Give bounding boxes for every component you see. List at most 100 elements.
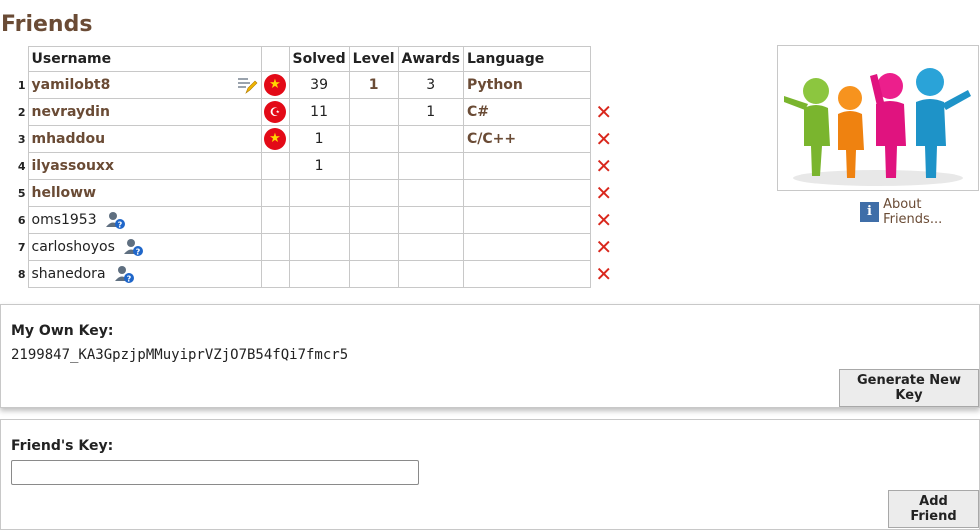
- delete-header: [590, 47, 616, 72]
- language-header[interactable]: Language: [462, 46, 591, 72]
- username-cell: helloww: [27, 179, 262, 207]
- table-row: 2 nevraydin ☪ 11 1 C# ✕: [12, 98, 616, 126]
- friends-illustration: [777, 45, 979, 191]
- language-cell: [462, 206, 591, 234]
- level-cell: [348, 206, 399, 234]
- generate-key-button[interactable]: Generate New Key: [839, 369, 979, 407]
- index-header: [12, 47, 28, 72]
- table-row: 5 helloww ✕: [12, 179, 616, 207]
- about-friends-link[interactable]: i About Friends...: [860, 197, 980, 227]
- table-row: 4 ilyassouxx 1 ✕: [12, 152, 616, 180]
- delete-x-icon[interactable]: ✕: [595, 235, 612, 259]
- table-row: 1 yamilobt8 ★ 39 1 3 Python: [12, 71, 616, 99]
- awards-cell: [397, 179, 464, 207]
- solved-cell: 1: [288, 152, 350, 180]
- username-header[interactable]: Username: [27, 46, 262, 72]
- flag-cell: ☪: [260, 98, 290, 126]
- awards-cell: [397, 125, 464, 153]
- friend-key-label: Friend's Key:: [11, 438, 114, 454]
- table-row: 3 mhaddou ★ 1 C/C++ ✕: [12, 125, 616, 153]
- table-row: 6 oms1953 ? ✕: [12, 206, 616, 234]
- info-icon: i: [860, 202, 880, 222]
- username-text: oms1953: [31, 212, 97, 228]
- level-cell: [348, 98, 399, 126]
- language-cell: C#: [462, 98, 591, 126]
- pending-user-icon: ?: [114, 264, 136, 284]
- username-cell: yamilobt8: [27, 71, 262, 99]
- about-friends-label[interactable]: About Friends...: [883, 197, 980, 227]
- delete-x-icon[interactable]: ✕: [595, 154, 612, 178]
- language-cell: Python: [462, 71, 591, 99]
- username-link[interactable]: mhaddou: [32, 131, 106, 147]
- delete-cell: ✕: [590, 126, 616, 153]
- my-key-panel: My Own Key: 2199847_KA3GpzjpMMuyiprVZjO7…: [0, 304, 980, 408]
- row-index: 8: [17, 267, 26, 281]
- level-header[interactable]: Level: [348, 46, 399, 72]
- delete-cell: ✕: [590, 99, 616, 126]
- svg-text:?: ?: [117, 221, 122, 230]
- delete-cell: ✕: [590, 261, 616, 288]
- solved-cell: [288, 179, 350, 207]
- awards-cell: [397, 260, 464, 288]
- solved-header[interactable]: Solved: [288, 46, 350, 72]
- flag-header: [260, 46, 290, 72]
- delete-x-icon[interactable]: ✕: [595, 100, 612, 124]
- awards-header[interactable]: Awards: [397, 46, 464, 72]
- row-index: 1: [17, 78, 26, 92]
- language-cell: [462, 260, 591, 288]
- pink-figure: [870, 73, 906, 178]
- page-title: Friends: [1, 12, 93, 37]
- username-cell: shanedora ?: [27, 260, 262, 288]
- solved-cell: 11: [288, 98, 350, 126]
- my-key-value: 2199847_KA3GpzjpMMuyiprVZjO7B54fQi7fmcr5: [11, 347, 349, 363]
- table-row: 8 shanedora ? ✕: [12, 260, 616, 288]
- table-header-row: Username Solved Level Awards Language: [12, 46, 616, 72]
- level-cell: [348, 152, 399, 180]
- delete-cell: ✕: [590, 207, 616, 234]
- username-cell: carloshoyos ?: [27, 233, 262, 261]
- flag-cell: [260, 179, 290, 207]
- solved-cell: [288, 206, 350, 234]
- delete-cell: [590, 72, 616, 99]
- level-cell: 1: [348, 71, 399, 99]
- awards-cell: 3: [397, 71, 464, 99]
- svg-text:?: ?: [136, 248, 141, 257]
- username-link[interactable]: yamilobt8: [32, 77, 111, 93]
- level-cell: [348, 179, 399, 207]
- flag-vn-icon: ★: [264, 128, 286, 150]
- edit-note-icon[interactable]: [236, 75, 258, 95]
- language-cell: [462, 179, 591, 207]
- friend-key-panel: Friend's Key: Add Friend: [0, 419, 980, 530]
- username-cell: oms1953 ?: [27, 206, 262, 234]
- language-cell: C/C++: [462, 125, 591, 153]
- delete-x-icon[interactable]: ✕: [595, 208, 612, 232]
- pending-user-icon: ?: [105, 210, 127, 230]
- username-cell: nevraydin: [27, 98, 262, 126]
- delete-x-icon[interactable]: ✕: [595, 181, 612, 205]
- pending-user-icon: ?: [123, 237, 145, 257]
- username-link[interactable]: ilyassouxx: [32, 158, 114, 174]
- table-row: 7 carloshoyos ? ✕: [12, 233, 616, 261]
- flag-cell: [260, 233, 290, 261]
- row-index: 3: [17, 132, 26, 146]
- username-link[interactable]: helloww: [32, 185, 97, 201]
- flag-cell: [260, 152, 290, 180]
- username-text: shanedora: [31, 266, 106, 282]
- svg-text:?: ?: [126, 275, 131, 284]
- blue-figure: [916, 68, 971, 178]
- solved-cell: 1: [288, 125, 350, 153]
- username-link[interactable]: nevraydin: [32, 104, 110, 120]
- flag-cell: [260, 206, 290, 234]
- add-friend-button[interactable]: Add Friend: [888, 490, 979, 528]
- friends-table: Username Solved Level Awards Language 1 …: [12, 46, 616, 288]
- friend-key-input[interactable]: [11, 460, 419, 485]
- username-cell: mhaddou: [27, 125, 262, 153]
- awards-cell: [397, 206, 464, 234]
- awards-cell: [397, 233, 464, 261]
- level-cell: [348, 260, 399, 288]
- delete-x-icon[interactable]: ✕: [595, 262, 612, 286]
- delete-cell: ✕: [590, 234, 616, 261]
- delete-x-icon[interactable]: ✕: [595, 127, 612, 151]
- level-cell: [348, 125, 399, 153]
- delete-cell: ✕: [590, 153, 616, 180]
